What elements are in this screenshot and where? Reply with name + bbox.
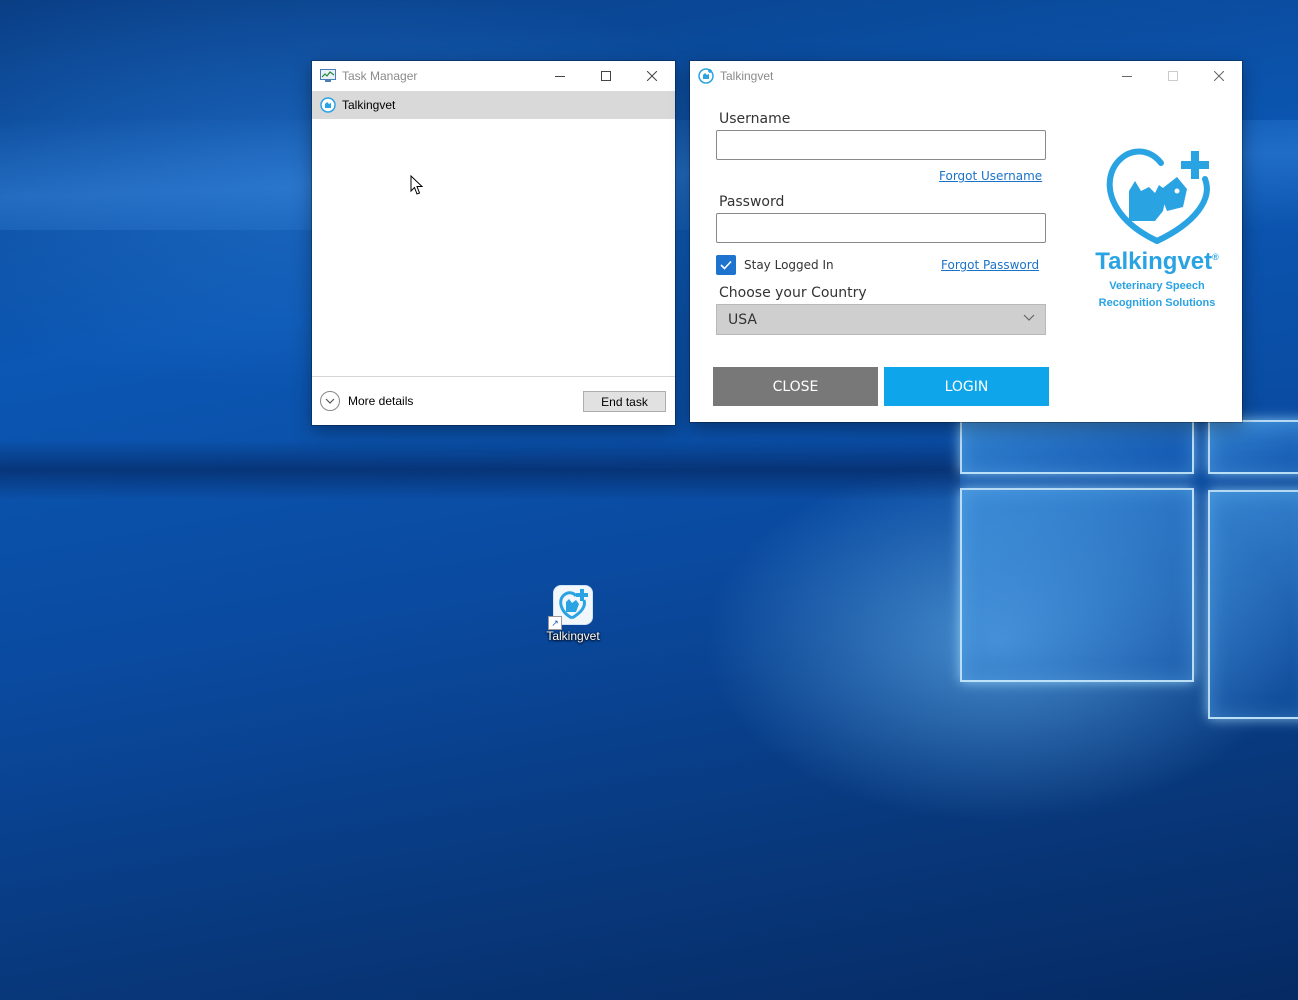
minimize-button[interactable] (537, 61, 583, 91)
country-selected-value: USA (728, 311, 757, 328)
desktop-icon-label: Talkingvet (546, 629, 600, 643)
close-login-button[interactable]: CLOSE (713, 367, 878, 406)
wallpaper-logo-pane (1208, 420, 1298, 474)
chevron-down-icon[interactable] (320, 391, 340, 411)
window-title: Talkingvet (720, 69, 774, 83)
close-icon (1214, 71, 1224, 81)
forgot-username-link[interactable]: Forgot Username (939, 169, 1042, 183)
process-row[interactable]: Talkingvet (312, 91, 675, 119)
country-label: Choose your Country (719, 285, 867, 301)
username-input[interactable] (717, 131, 1045, 159)
password-input[interactable] (717, 214, 1045, 242)
checkmark-icon (720, 260, 732, 270)
country-select[interactable]: USA (716, 304, 1046, 335)
chevron-down-icon (1023, 314, 1035, 321)
window-title: Task Manager (342, 69, 418, 83)
brand-name: Talkingvet® (1095, 248, 1219, 275)
password-label: Password (719, 194, 785, 210)
minimize-icon (1122, 76, 1132, 77)
talkingvet-app-icon: ↗ (548, 585, 593, 630)
more-details-link[interactable]: More details (348, 394, 413, 408)
talkingvet-logo-icon (1106, 148, 1210, 244)
desktop-shortcut-talkingvet[interactable]: ↗ Talkingvet (540, 585, 606, 643)
maximize-icon (1168, 71, 1178, 81)
stay-logged-in-label[interactable]: Stay Logged In (744, 258, 834, 272)
wallpaper-logo-pane (960, 488, 1194, 682)
mouse-cursor-icon (410, 175, 424, 195)
stay-logged-in-checkbox[interactable] (716, 255, 736, 275)
talkingvet-login-window: Talkingvet Username Forgot Username Pass… (690, 61, 1242, 422)
maximize-button (1150, 61, 1196, 91)
wallpaper-logo-pane (1208, 490, 1298, 719)
close-icon (647, 71, 657, 81)
end-task-button[interactable]: End task (583, 391, 666, 412)
process-name: Talkingvet (342, 98, 396, 112)
task-manager-titlebar[interactable]: Task Manager (312, 61, 675, 91)
minimize-icon (555, 76, 565, 77)
password-field[interactable] (716, 213, 1046, 243)
close-button[interactable] (1196, 61, 1242, 91)
maximize-icon (601, 71, 611, 81)
wallpaper-logo-pane (960, 420, 1194, 474)
task-manager-window: Task Manager Talkingvet More details End… (312, 61, 675, 425)
username-label: Username (719, 111, 791, 127)
forgot-password-link[interactable]: Forgot Password (941, 258, 1039, 272)
talkingvet-app-icon (698, 68, 714, 84)
talkingvet-app-icon (320, 97, 336, 113)
maximize-button[interactable] (583, 61, 629, 91)
task-manager-icon (320, 68, 336, 84)
minimize-button[interactable] (1104, 61, 1150, 91)
shortcut-arrow-icon: ↗ (548, 616, 562, 630)
login-button[interactable]: LOGIN (884, 367, 1049, 406)
talkingvet-titlebar[interactable]: Talkingvet (690, 61, 1242, 91)
wallpaper-shadow-beam (0, 440, 960, 500)
brand-tagline-line2: Recognition Solutions (1098, 297, 1216, 309)
task-manager-footer: More details End task (312, 376, 675, 425)
brand-tagline-line1: Veterinary Speech (1109, 280, 1205, 292)
close-button[interactable] (629, 61, 675, 91)
username-field[interactable] (716, 130, 1046, 160)
